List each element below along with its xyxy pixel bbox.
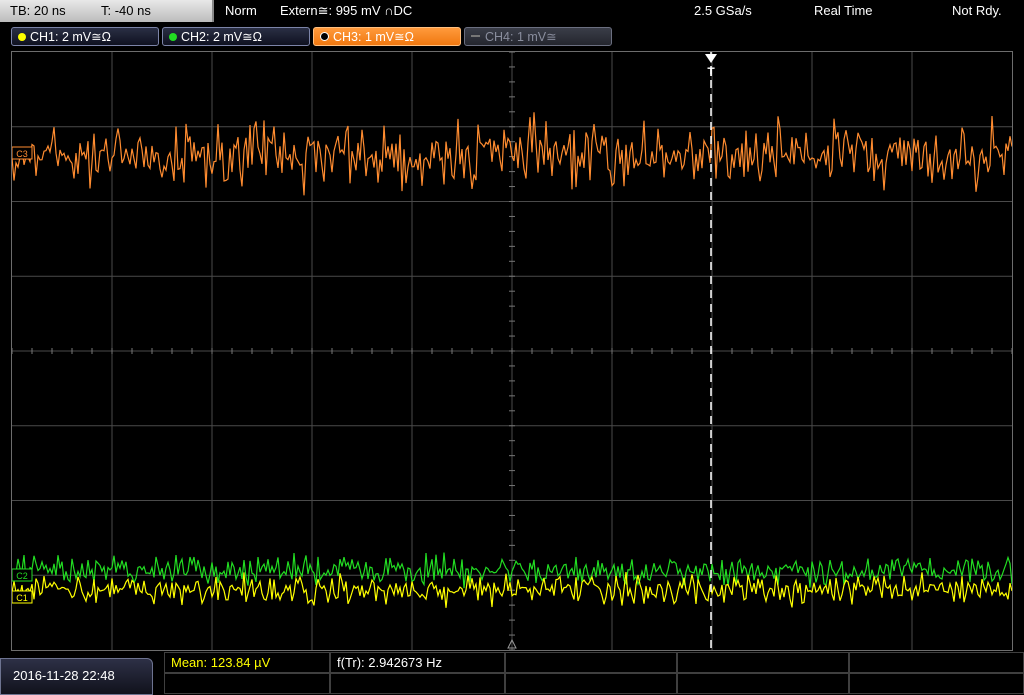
trigger-marker-label: T <box>707 65 715 79</box>
waveform-display[interactable]: T C3 C2 C1 <box>11 51 1013 651</box>
trigger-offset-value: T: -40 ns <box>101 3 151 18</box>
measurement-slot-4[interactable] <box>677 652 849 673</box>
measurement-slot-7[interactable] <box>330 673 505 694</box>
timebase-box[interactable]: TB: 20 ns T: -40 ns <box>0 0 214 22</box>
acq-trigger-mode[interactable]: Norm <box>225 0 257 22</box>
channel-4-label: CH4: 1 mV≅ <box>485 30 557 44</box>
channel-2-tab[interactable]: CH2: 2 mV≅Ω <box>162 27 310 46</box>
measurement-slot-6[interactable] <box>164 673 330 694</box>
acquisition-mode: Real Time <box>814 3 873 18</box>
channel-2-ground-marker-label: C2 <box>16 571 28 581</box>
timebase-value: TB: 20 ns <box>10 3 66 18</box>
channel-1-tab[interactable]: CH1: 2 mV≅Ω <box>11 27 159 46</box>
measurement-slot-8[interactable] <box>505 673 677 694</box>
run-status: Not Rdy. <box>952 3 1002 18</box>
channel-3-label: CH3: 1 mV≅Ω <box>333 30 414 44</box>
waveform-svg: T C3 C2 C1 <box>12 52 1012 650</box>
mean-measurement[interactable]: Mean: 123.84 µV <box>164 652 330 673</box>
channel-1-ground-marker-label: C1 <box>16 593 28 603</box>
measurement-slot-3[interactable] <box>505 652 677 673</box>
channel-1-label: CH1: 2 mV≅Ω <box>30 30 111 44</box>
channel-3-dot-icon <box>320 32 329 41</box>
measurement-slot-10[interactable] <box>849 673 1024 694</box>
channel-3-tab[interactable]: CH3: 1 mV≅Ω <box>313 27 461 46</box>
date-time: 2016-11-28 22:48 <box>0 658 153 695</box>
channel-2-label: CH2: 2 mV≅Ω <box>181 30 262 44</box>
channel-tabs: CH1: 2 mV≅Ω CH2: 2 mV≅Ω CH3: 1 mV≅Ω CH4:… <box>0 25 1024 49</box>
channel-2-dot-icon <box>169 33 177 41</box>
sample-rate: 2.5 GSa/s <box>694 3 752 18</box>
frequency-measurement[interactable]: f(Tr): 2.942673 Hz <box>330 652 505 673</box>
measurement-table: Mean: 123.84 µV f(Tr): 2.942673 Hz <box>164 652 1024 695</box>
channel-4-off-icon <box>471 35 480 37</box>
channel-1-dot-icon <box>18 33 26 41</box>
measurement-slot-5[interactable] <box>849 652 1024 673</box>
channel-4-tab[interactable]: CH4: 1 mV≅ <box>464 27 612 46</box>
channel-3-ground-marker-label: C3 <box>16 149 28 159</box>
measurement-slot-9[interactable] <box>677 673 849 694</box>
trigger-source[interactable]: Extern≅: 995 mV ∩DC <box>280 0 412 22</box>
trigger-arrow-icon <box>705 54 717 63</box>
status-bar: TB: 20 ns T: -40 ns Norm Extern≅: 995 mV… <box>0 0 1024 24</box>
footer-bar: 2016-11-28 22:48 Mean: 123.84 µV f(Tr): … <box>0 652 1024 695</box>
